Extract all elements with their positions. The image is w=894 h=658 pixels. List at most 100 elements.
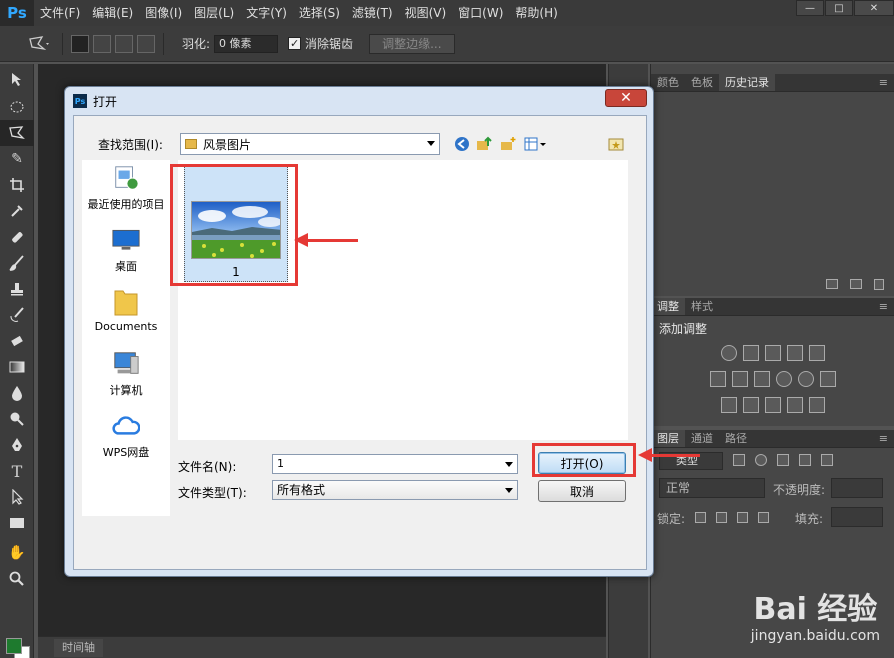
pixel-filter-icon[interactable] bbox=[733, 454, 745, 466]
chevron-down-icon[interactable] bbox=[505, 462, 513, 467]
curves-icon[interactable] bbox=[764, 345, 781, 361]
photo-filter-icon[interactable] bbox=[775, 371, 792, 387]
look-in-combo[interactable]: 风景图片 bbox=[180, 133, 440, 155]
panel-menu-icon[interactable]: ≡ bbox=[879, 74, 888, 91]
blend-mode-select[interactable]: 正常 bbox=[659, 478, 765, 498]
place-desktop[interactable]: 桌面 bbox=[82, 226, 170, 274]
menu-window[interactable]: 窗口(W) bbox=[452, 0, 509, 26]
place-recent-items[interactable]: 最近使用的项目 bbox=[82, 164, 170, 212]
pen-tool-icon[interactable] bbox=[0, 432, 34, 458]
lock-position-icon[interactable] bbox=[737, 512, 748, 523]
app-close-button[interactable]: ✕ bbox=[854, 0, 894, 16]
move-tool-icon[interactable] bbox=[0, 64, 34, 94]
channel-mixer-icon[interactable] bbox=[797, 371, 814, 387]
clone-stamp-tool-icon[interactable] bbox=[0, 276, 34, 302]
tab-color[interactable]: 颜色 bbox=[651, 74, 685, 91]
exposure-icon[interactable] bbox=[786, 345, 803, 361]
subtract-from-selection-icon[interactable] bbox=[115, 34, 133, 53]
new-document-from-state-icon[interactable] bbox=[826, 279, 838, 289]
selective-color-icon[interactable] bbox=[786, 397, 803, 413]
add-to-selection-icon[interactable] bbox=[93, 34, 111, 53]
menu-filter[interactable]: 滤镜(T) bbox=[346, 0, 399, 26]
view-menu-icon[interactable] bbox=[524, 136, 548, 152]
trash-icon[interactable] bbox=[874, 279, 884, 290]
lock-all-icon[interactable] bbox=[758, 512, 769, 523]
brush-tool-icon[interactable] bbox=[0, 250, 34, 276]
back-icon[interactable] bbox=[454, 136, 470, 152]
opacity-input[interactable] bbox=[831, 478, 883, 498]
up-folder-icon[interactable] bbox=[476, 136, 492, 152]
invert-icon[interactable] bbox=[720, 397, 737, 413]
adjustment-filter-icon[interactable] bbox=[755, 454, 767, 466]
type-tool-icon[interactable]: T bbox=[0, 458, 34, 484]
healing-brush-tool-icon[interactable] bbox=[0, 224, 34, 250]
dialog-close-button[interactable]: ✕ bbox=[605, 89, 647, 107]
filename-input[interactable]: 1 bbox=[272, 454, 518, 474]
menu-help[interactable]: 帮助(H) bbox=[509, 0, 563, 26]
blur-tool-icon[interactable] bbox=[0, 380, 34, 406]
type-filter-icon[interactable] bbox=[777, 454, 789, 466]
marquee-tool-icon[interactable] bbox=[0, 94, 34, 120]
snapshot-icon[interactable] bbox=[850, 279, 862, 289]
menu-select[interactable]: 选择(S) bbox=[293, 0, 346, 26]
filetype-select[interactable]: 所有格式 bbox=[272, 480, 518, 500]
dodge-tool-icon[interactable] bbox=[0, 406, 34, 432]
lock-image-icon[interactable] bbox=[716, 512, 727, 523]
color-lookup-icon[interactable] bbox=[819, 371, 836, 387]
rectangle-tool-icon[interactable] bbox=[0, 510, 34, 536]
tab-styles[interactable]: 样式 bbox=[685, 298, 719, 315]
panel-menu-icon[interactable]: ≡ bbox=[879, 430, 888, 447]
place-wps-cloud[interactable]: WPS网盘 bbox=[82, 412, 170, 460]
posterize-icon[interactable] bbox=[742, 397, 759, 413]
favorite-folder-icon[interactable] bbox=[608, 136, 624, 152]
threshold-icon[interactable] bbox=[764, 397, 781, 413]
path-selection-tool-icon[interactable] bbox=[0, 484, 34, 510]
chevron-down-icon[interactable] bbox=[505, 488, 513, 493]
menu-edit[interactable]: 编辑(E) bbox=[86, 0, 139, 26]
levels-icon[interactable] bbox=[742, 345, 759, 361]
shape-filter-icon[interactable] bbox=[799, 454, 811, 466]
brightness-icon[interactable] bbox=[720, 345, 737, 361]
intersect-selection-icon[interactable] bbox=[137, 34, 155, 53]
tab-layers[interactable]: 图层 bbox=[651, 430, 685, 447]
gradient-map-icon[interactable] bbox=[808, 397, 825, 413]
zoom-tool-icon[interactable] bbox=[0, 566, 34, 592]
new-folder-icon[interactable] bbox=[500, 136, 516, 152]
panel-menu-icon[interactable]: ≡ bbox=[879, 298, 888, 315]
new-selection-icon[interactable] bbox=[71, 34, 89, 53]
minimize-button[interactable]: — bbox=[796, 0, 824, 16]
history-brush-tool-icon[interactable] bbox=[0, 302, 34, 328]
tab-adjustments[interactable]: 调整 bbox=[651, 298, 685, 315]
menu-image[interactable]: 图像(I) bbox=[139, 0, 188, 26]
tab-swatches[interactable]: 色板 bbox=[685, 74, 719, 91]
menu-layer[interactable]: 图层(L) bbox=[188, 0, 240, 26]
feather-input[interactable]: 0 像素 bbox=[214, 34, 279, 53]
color-balance-icon[interactable] bbox=[731, 371, 748, 387]
black-white-icon[interactable] bbox=[753, 371, 770, 387]
place-computer[interactable]: 计算机 bbox=[82, 350, 170, 398]
maximize-button[interactable]: □ bbox=[825, 0, 853, 16]
place-documents[interactable]: Documents bbox=[82, 288, 170, 333]
menu-view[interactable]: 视图(V) bbox=[399, 0, 453, 26]
vibrance-icon[interactable] bbox=[808, 345, 825, 361]
antialias-checkbox[interactable]: ✓ bbox=[288, 37, 302, 50]
timeline-tab[interactable]: 时间轴 bbox=[54, 638, 103, 657]
quick-selection-tool-icon[interactable]: ✎ bbox=[0, 146, 34, 172]
eraser-tool-icon[interactable] bbox=[0, 328, 34, 354]
smart-object-filter-icon[interactable] bbox=[821, 454, 833, 466]
tab-channels[interactable]: 通道 bbox=[685, 430, 719, 447]
lock-transparent-icon[interactable] bbox=[695, 512, 706, 523]
polygonal-lasso-preset-icon[interactable] bbox=[22, 32, 56, 56]
hand-tool-icon[interactable]: ✋ bbox=[0, 540, 34, 566]
menu-type[interactable]: 文字(Y) bbox=[240, 0, 293, 26]
eyedropper-tool-icon[interactable] bbox=[0, 198, 34, 224]
lasso-tool-icon[interactable] bbox=[0, 120, 34, 146]
gradient-tool-icon[interactable] bbox=[0, 354, 34, 380]
cancel-button[interactable]: 取消 bbox=[538, 480, 626, 502]
menu-file[interactable]: 文件(F) bbox=[34, 0, 86, 26]
fill-input[interactable] bbox=[831, 507, 883, 527]
crop-tool-icon[interactable] bbox=[0, 172, 34, 198]
tab-history[interactable]: 历史记录 bbox=[719, 74, 775, 91]
hue-saturation-icon[interactable] bbox=[709, 371, 726, 387]
foreground-color-swatch[interactable] bbox=[6, 638, 22, 654]
